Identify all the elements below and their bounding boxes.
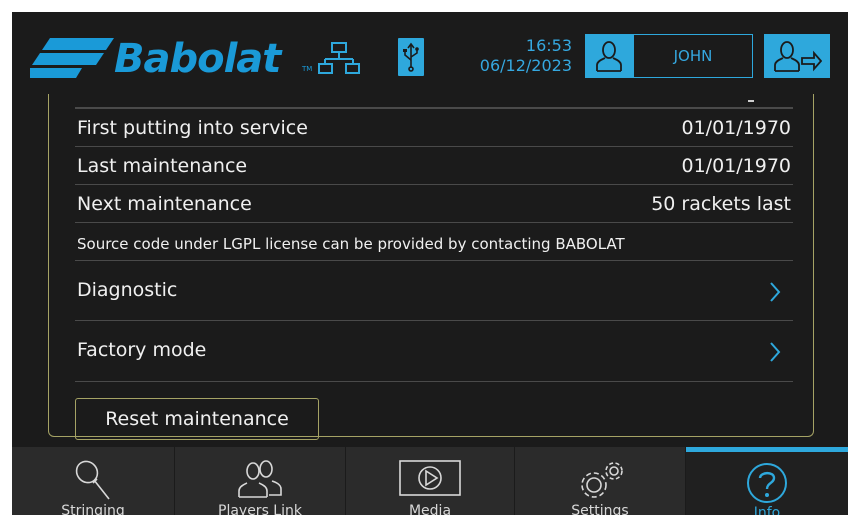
usb-icon[interactable] [398, 38, 424, 76]
info-row-first-service: First putting into service 01/01/1970 [75, 108, 793, 147]
info-row-last-maintenance: Last maintenance 01/01/1970 [75, 146, 793, 185]
chevron-right-icon [770, 342, 781, 362]
diagnostic-label: Diagnostic [77, 279, 178, 301]
header-bar: Babolat TM 16:53 06/12/2023 JOHN [12, 12, 848, 94]
factory-mode-row[interactable]: Factory mode [75, 320, 793, 382]
question-icon [747, 463, 787, 503]
info-row-value: 01/01/1970 [681, 117, 791, 139]
tab-label: Players Link [218, 503, 302, 515]
babolat-logo-mark [30, 38, 114, 78]
tab-label: Info [753, 505, 781, 515]
trademark-mark: TM [302, 65, 313, 73]
brand-logo-text: Babolat [114, 36, 281, 82]
tab-players-link[interactable]: Players Link [175, 447, 346, 515]
logout-icon [774, 41, 822, 72]
clock-date: 06/12/2023 [479, 56, 572, 75]
info-panel: First putting into service 01/01/1970 La… [48, 94, 814, 440]
play-icon [399, 460, 461, 496]
network-icon[interactable] [318, 42, 360, 76]
racket-icon [75, 460, 110, 500]
clock-time: 16:53 [525, 36, 572, 55]
tab-label: Media [408, 503, 452, 515]
logout-button[interactable] [764, 34, 830, 78]
license-notice: Source code under LGPL license can be pr… [75, 222, 793, 261]
bottom-tab-bar: Stringing Players Link Media Settings In… [12, 447, 848, 515]
tab-media[interactable]: Media [346, 447, 515, 515]
info-row-label: First putting into service [77, 117, 308, 139]
info-row-value: 01/01/1970 [681, 155, 791, 177]
info-row-label: Next maintenance [77, 193, 252, 215]
user-icon[interactable] [585, 34, 633, 78]
gears-icon [581, 462, 623, 498]
tab-label: Stringing [61, 503, 125, 515]
reset-maintenance-button[interactable]: Reset maintenance [75, 398, 319, 440]
info-row-value: 50 rackets last [651, 193, 791, 215]
factory-mode-label: Factory mode [77, 339, 207, 361]
device-screen: Babolat TM 16:53 06/12/2023 JOHN First p… [12, 12, 848, 515]
tab-info[interactable]: Info [686, 447, 848, 515]
tab-label: Settings [571, 503, 629, 515]
chevron-right-icon [770, 282, 781, 302]
license-text: Source code under LGPL license can be pr… [77, 235, 625, 253]
players-icon [238, 460, 282, 498]
tab-stringing[interactable]: Stringing [12, 447, 175, 515]
info-row-next-maintenance: Next maintenance 50 rackets last [75, 184, 793, 223]
user-name[interactable]: JOHN [633, 34, 753, 78]
info-row-label: Last maintenance [77, 155, 248, 177]
scrolled-row-partial [75, 94, 793, 108]
diagnostic-row[interactable]: Diagnostic [75, 260, 793, 321]
tab-settings[interactable]: Settings [515, 447, 686, 515]
